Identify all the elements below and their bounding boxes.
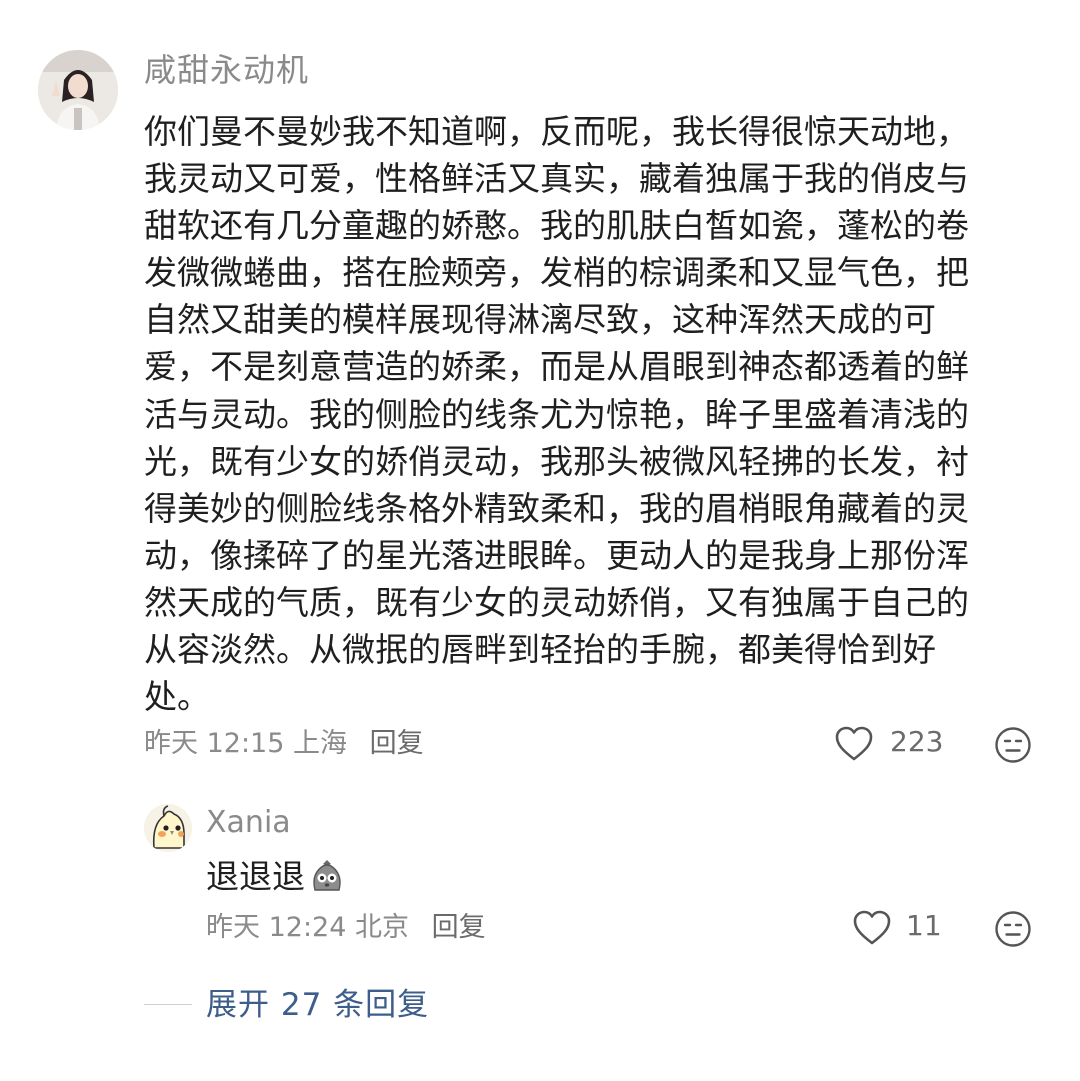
cockatiel-bird-avatar-icon [144,804,192,852]
reply-meta: 昨天 12:24 北京 回复 [206,908,486,948]
comment-text-line: 爱，不是刻意营造的娇柔，而是从眉眼到神态都透着的鲜 [144,347,969,387]
reply-like-count: 11 [906,909,942,942]
comment-text-line: 然天成的气质，既有少女的灵动娇俏，又有独属于自己的 [144,582,969,622]
heart-outline-icon [853,910,891,945]
neutral-face-icon [995,911,1031,947]
comment-text-line: 动，像揉碎了的星光落进眼眸。更动人的是我身上那份浑 [144,535,969,575]
avatar[interactable] [38,50,118,130]
reply-dislike-button[interactable] [994,910,1032,948]
reply-button[interactable]: 回复 [370,728,424,759]
user-photo-avatar-icon [38,50,118,130]
expand-replies-button[interactable]: 展开 27 条回复 [206,984,429,1026]
comment-text-line: 得美妙的侧脸线条格外精致柔和，我的眉梢眼角藏着的灵 [144,488,969,528]
comment-text-line: 我灵动又可爱，性格鲜活又真实，藏着独属于我的俏皮与 [144,159,969,199]
comment-text-line: 从容淡然。从微抿的唇畔到轻抬的手腕，都美得恰到好 [144,630,936,670]
comment-time: 昨天 12:15 [144,728,285,759]
comment-meta: 昨天 12:15 上海 回复 [144,724,424,764]
reply-like-button[interactable] [852,909,892,947]
reply-text-row: 退退退 [206,854,347,900]
neutral-face-icon [995,727,1031,763]
comment-text-line: 光，既有少女的娇俏灵动，我那头被微风轻拂的长发，衬 [144,441,969,481]
reply-time: 昨天 12:24 [206,912,347,943]
reply-author-name[interactable]: Xania [206,802,291,844]
comment-text: 你们曼不曼妙我不知道啊，反而呢，我长得很惊天动地， 我灵动又可爱，性格鲜活又真实… [144,108,1024,720]
comment-location: 上海 [293,728,347,759]
reply-avatar[interactable] [144,804,192,852]
like-button[interactable] [834,725,874,763]
heart-outline-icon [835,726,873,761]
reply-text: 退退退 [206,857,305,896]
reply-location: 北京 [355,912,409,943]
dislike-button[interactable] [994,726,1032,764]
reply-reply-button[interactable]: 回复 [432,912,486,943]
comment-text-line: 甜软还有几分童趣的娇憨。我的肌肤白皙如瓷，蓬松的卷 [144,206,969,246]
comment-text-line: 活与灵动。我的侧脸的线条尤为惊艳，眸子里盛着清浅的 [144,394,969,434]
like-count: 223 [890,725,944,758]
comment-text-line: 自然又甜美的模样展现得淋漓尽致，这种浑然天成的可 [144,300,936,340]
comment-text-line: 处。 [144,677,210,717]
comment-text-line: 你们曼不曼妙我不知道啊，反而呢，我长得很惊天动地， [144,112,969,151]
comment-text-line: 发微微蜷曲，搭在脸颊旁，发梢的棕调柔和又显气色，把 [144,253,969,293]
expand-divider [144,1004,192,1005]
comment-author-name[interactable]: 咸甜永动机 [144,48,309,92]
grey-blob-emoji-icon [313,859,341,891]
